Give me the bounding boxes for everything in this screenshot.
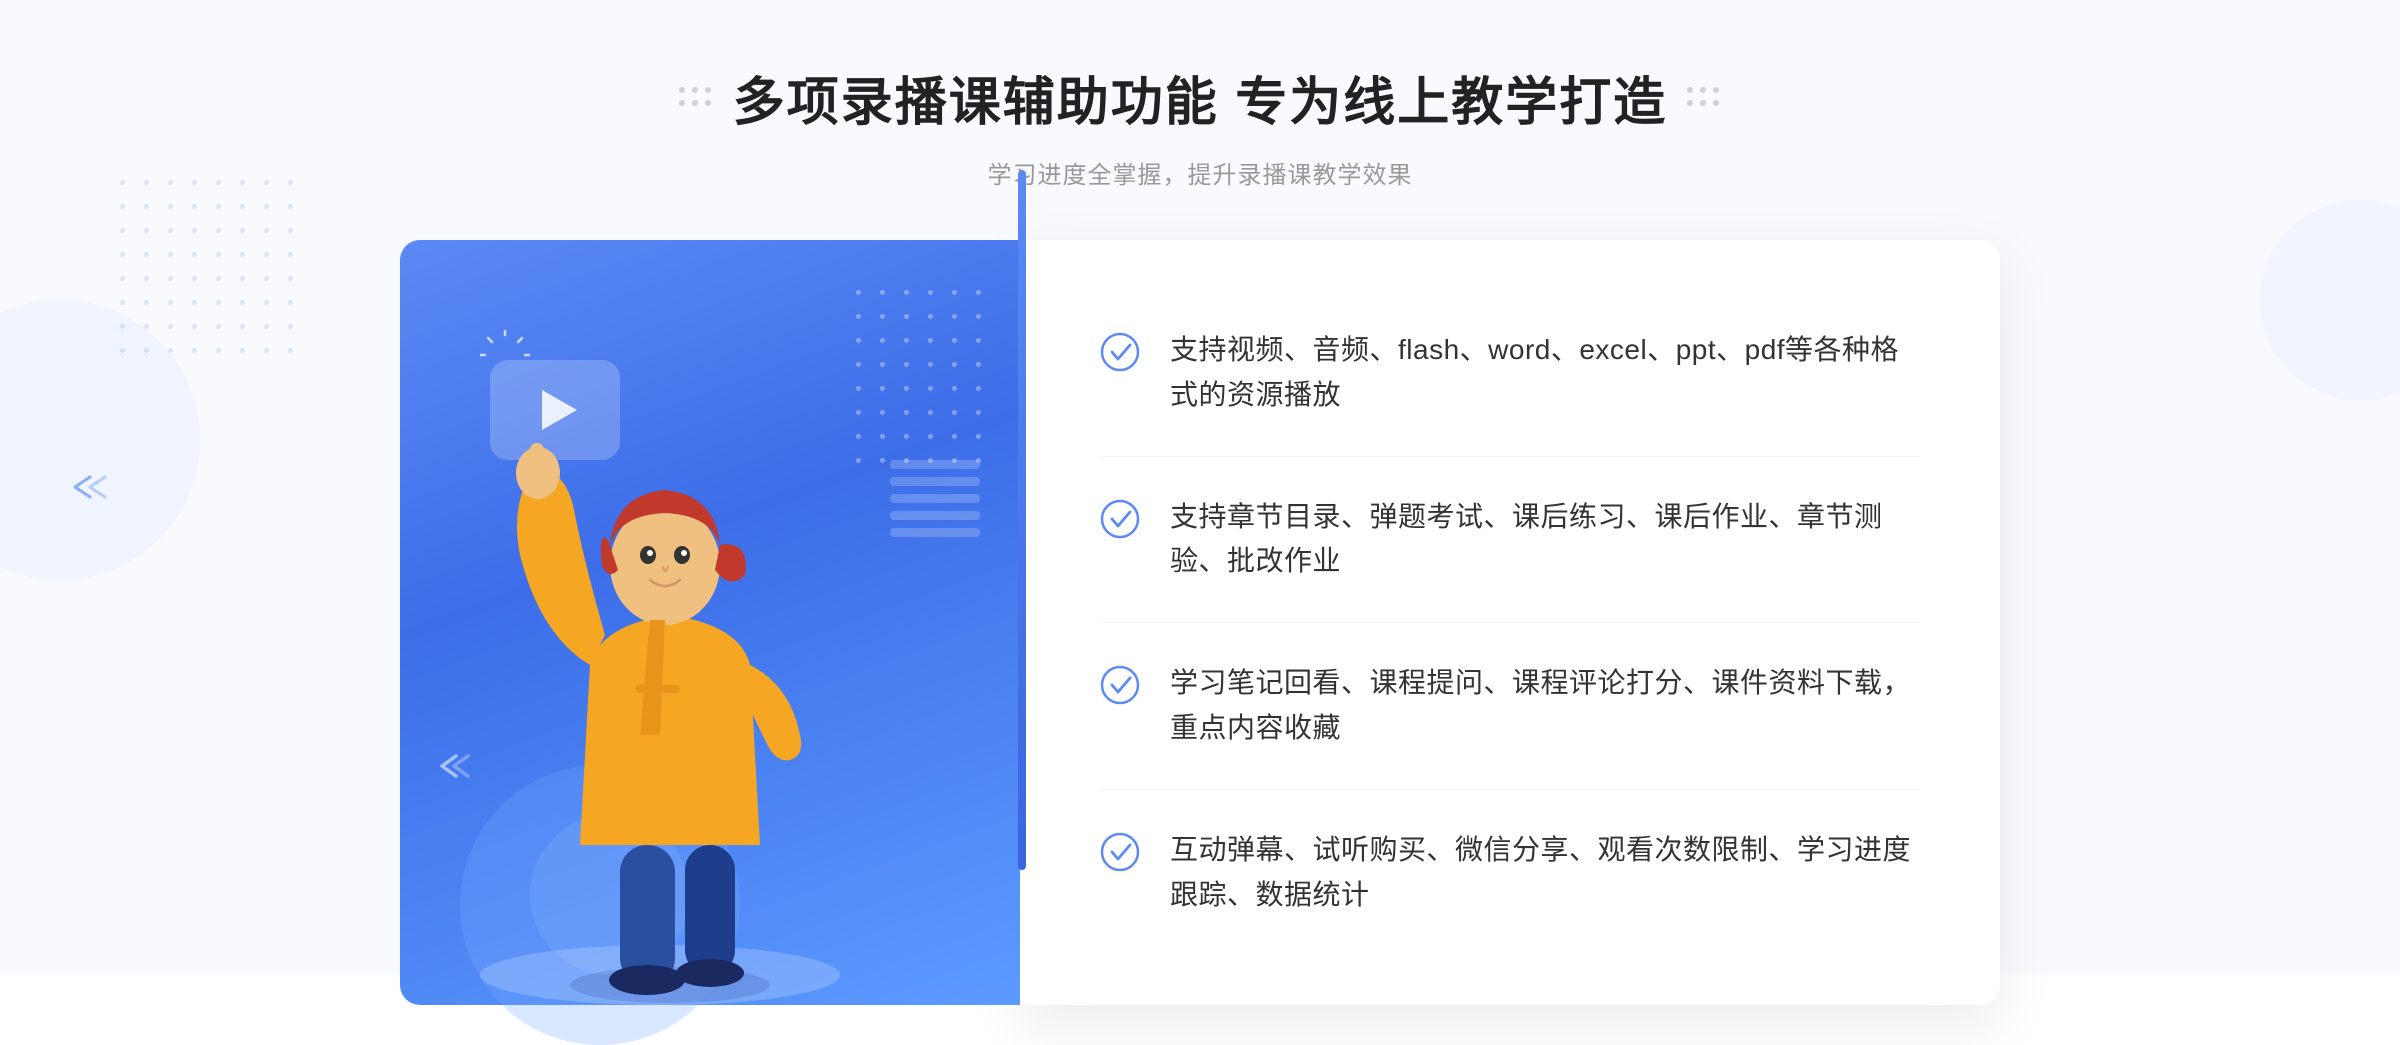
illustration-panel: (function(){ const container = document.… — [400, 240, 1020, 1005]
check-circle-icon-3 — [1100, 665, 1140, 705]
light-rays — [480, 330, 530, 385]
page-subtitle: 学习进度全掌握，提升录播课教学效果 — [679, 155, 1721, 190]
vertical-accent-bar — [1018, 170, 1026, 870]
feature-text-4: 互动弹幕、试听购买、微信分享、观看次数限制、学习进度跟踪、数据统计 — [1170, 828, 1920, 918]
check-circle-icon-4 — [1100, 832, 1140, 872]
page-title: 多项录播课辅助功能 专为线上教学打造 — [733, 60, 1667, 135]
page-container: (function(){ const container = document.… — [0, 0, 2400, 974]
chevron-left-page-icon — [60, 472, 110, 502]
check-circle-icon-2 — [1100, 499, 1140, 539]
header-section: 多项录播课辅助功能 专为线上教学打造 学习进度全掌握，提升录播课教学效果 — [679, 0, 1721, 190]
feature-panel: 支持视频、音频、flash、word、excel、ppt、pdf等各种格式的资源… — [1020, 240, 2000, 1005]
dot-pattern-left: (function(){ const container = document.… — [120, 180, 302, 362]
bg-circle-right — [2260, 200, 2400, 400]
feature-item-1: 支持视频、音频、flash、word、excel、ppt、pdf等各种格式的资源… — [1100, 290, 1920, 457]
feature-text-1: 支持视频、音频、flash、word、excel、ppt、pdf等各种格式的资源… — [1170, 328, 1920, 418]
check-circle-icon-1 — [1100, 332, 1140, 372]
title-left-decorator — [679, 87, 713, 108]
title-row: 多项录播课辅助功能 专为线上教学打造 — [679, 60, 1721, 135]
feature-item-2: 支持章节目录、弹题考试、课后练习、课后作业、章节测验、批改作业 — [1100, 457, 1920, 624]
feature-text-2: 支持章节目录、弹题考试、课后练习、课后作业、章节测验、批改作业 — [1170, 495, 1920, 585]
feature-text-3: 学习笔记回看、课程提问、课程评论打分、课件资料下载，重点内容收藏 — [1170, 661, 1920, 751]
feature-item-4: 互动弹幕、试听购买、微信分享、观看次数限制、学习进度跟踪、数据统计 — [1100, 790, 1920, 956]
content-area: (function(){ const container = document.… — [400, 240, 2000, 1005]
title-right-decorator — [1687, 87, 1721, 108]
feature-item-3: 学习笔记回看、课程提问、课程评论打分、课件资料下载，重点内容收藏 — [1100, 623, 1920, 790]
person-illustration — [430, 355, 980, 1005]
